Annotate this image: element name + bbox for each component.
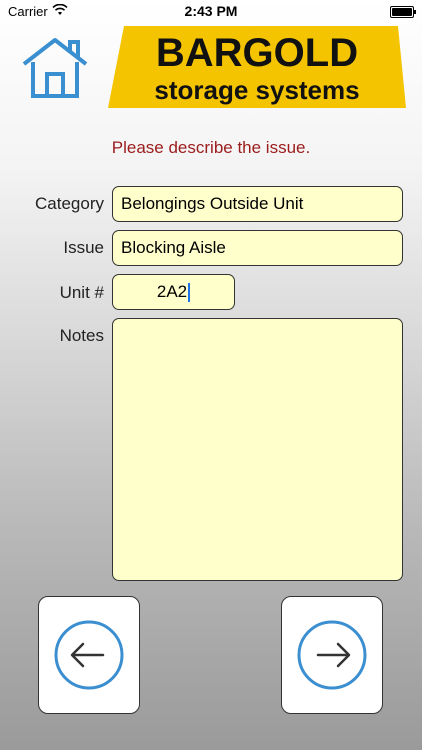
logo-line1: BARGOLD bbox=[156, 31, 358, 75]
home-icon bbox=[22, 38, 88, 98]
issue-value: Blocking Aisle bbox=[121, 238, 226, 257]
issue-label: Issue bbox=[63, 238, 104, 257]
bargold-logo: BARGOLD storage systems bbox=[108, 26, 406, 108]
battery-icon bbox=[390, 6, 416, 18]
battery-fill bbox=[392, 8, 412, 16]
next-button[interactable] bbox=[281, 596, 383, 714]
home-button[interactable] bbox=[20, 34, 90, 98]
text-caret bbox=[188, 282, 191, 302]
arrow-right-icon bbox=[297, 620, 367, 690]
notes-label: Notes bbox=[59, 326, 104, 345]
unit-value: 2A2 bbox=[156, 282, 188, 301]
back-button[interactable] bbox=[38, 596, 140, 714]
unit-field[interactable]: 2A2 bbox=[112, 274, 235, 310]
logo-line2: storage systems bbox=[154, 75, 359, 105]
category-value: Belongings Outside Unit bbox=[121, 194, 304, 213]
unit-label: Unit # bbox=[59, 283, 104, 302]
arrow-left-icon bbox=[54, 620, 124, 690]
category-label: Category bbox=[35, 194, 104, 213]
status-bar: Carrier 2:43 PM bbox=[0, 0, 422, 22]
category-field[interactable]: Belongings Outside Unit bbox=[112, 186, 403, 222]
clock: 2:43 PM bbox=[184, 3, 238, 19]
notes-field[interactable] bbox=[112, 318, 403, 581]
issue-field[interactable]: Blocking Aisle bbox=[112, 230, 403, 266]
prompt-text: Please describe the issue. bbox=[111, 138, 311, 157]
